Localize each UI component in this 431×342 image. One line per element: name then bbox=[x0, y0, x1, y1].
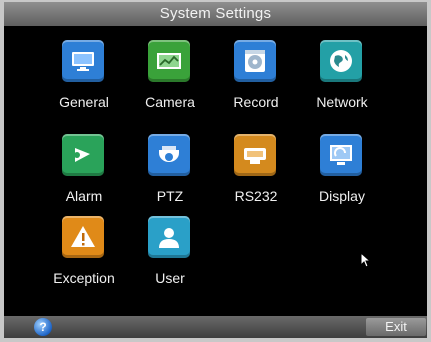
tile-label: General bbox=[59, 94, 109, 110]
mouse-cursor-icon bbox=[360, 252, 372, 268]
tile-rs232[interactable]: RS232 bbox=[212, 134, 300, 220]
tile-display[interactable]: Display bbox=[298, 134, 386, 220]
warning-icon bbox=[62, 216, 104, 258]
tile-label: User bbox=[155, 270, 185, 286]
exit-button[interactable]: Exit bbox=[366, 318, 426, 336]
user-icon bbox=[148, 216, 190, 258]
film-reel-icon bbox=[234, 40, 276, 82]
tile-label: Network bbox=[316, 94, 368, 110]
bell-icon bbox=[62, 134, 104, 176]
picture-icon bbox=[148, 40, 190, 82]
serial-port-icon bbox=[234, 134, 276, 176]
dome-camera-icon bbox=[148, 134, 190, 176]
settings-grid: General Camera Record Network Alarm PTZ bbox=[0, 0, 431, 342]
tile-label: Alarm bbox=[65, 188, 103, 204]
tile-label: RS232 bbox=[234, 188, 278, 204]
tile-label: Camera bbox=[145, 94, 195, 110]
help-button[interactable]: ? bbox=[34, 318, 52, 336]
screen-icon bbox=[320, 134, 362, 176]
tile-user[interactable]: User bbox=[126, 216, 214, 302]
tile-label: Display bbox=[319, 188, 365, 204]
tile-ptz[interactable]: PTZ bbox=[126, 134, 214, 220]
tile-exception[interactable]: Exception bbox=[40, 216, 128, 302]
tile-label: Exception bbox=[53, 270, 115, 286]
tile-network[interactable]: Network bbox=[298, 40, 386, 126]
tile-label: Record bbox=[233, 94, 279, 110]
tile-record[interactable]: Record bbox=[212, 40, 300, 126]
globe-icon bbox=[320, 40, 362, 82]
tile-camera[interactable]: Camera bbox=[126, 40, 214, 126]
bottom-bar bbox=[4, 316, 427, 338]
tile-alarm[interactable]: Alarm bbox=[40, 134, 128, 220]
monitor-icon bbox=[62, 40, 104, 82]
tile-general[interactable]: General bbox=[40, 40, 128, 126]
tile-label: PTZ bbox=[156, 188, 184, 204]
